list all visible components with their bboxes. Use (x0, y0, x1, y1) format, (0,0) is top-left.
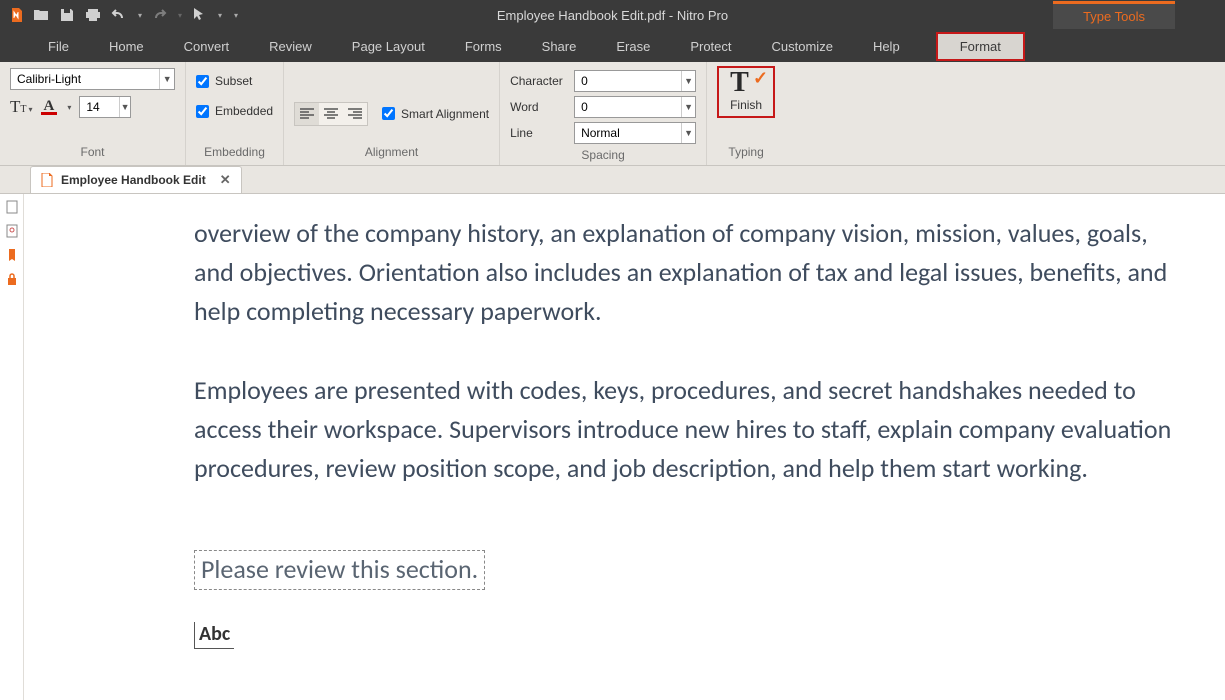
text-cursor-placeholder[interactable]: Abc (194, 622, 234, 649)
document-tab-title: Employee Handbook Edit (61, 173, 206, 187)
menu-help[interactable]: Help (853, 32, 920, 61)
ribbon-group-label: Alignment (365, 141, 418, 165)
undo-dropdown-icon[interactable]: ▾ (138, 11, 142, 20)
chevron-down-icon[interactable]: ▼ (681, 123, 695, 143)
menu-format[interactable]: Format (936, 32, 1025, 61)
work-area: overview of the company history, an expl… (0, 194, 1225, 700)
line-spacing-label: Line (510, 126, 570, 140)
redo-dropdown-icon[interactable]: ▾ (178, 11, 182, 20)
smart-alignment-label: Smart Alignment (401, 107, 489, 121)
menu-review[interactable]: Review (249, 32, 332, 61)
redo-icon[interactable] (150, 6, 168, 24)
bookmarks-panel-icon[interactable] (5, 248, 19, 262)
close-icon[interactable]: ✕ (220, 172, 231, 188)
menu-bar: File Home Convert Review Page Layout For… (0, 30, 1225, 62)
word-spacing-combo[interactable]: ▼ (574, 96, 696, 118)
menu-customize[interactable]: Customize (752, 32, 853, 61)
document-icon (41, 173, 53, 187)
menu-share[interactable]: Share (522, 32, 597, 61)
ribbon-group-label: Font (80, 141, 104, 165)
app-icon (10, 8, 24, 22)
document-tab-strip: Employee Handbook Edit ✕ (0, 166, 1225, 194)
undo-icon[interactable] (110, 6, 128, 24)
word-spacing-input[interactable] (575, 97, 681, 117)
menu-file[interactable]: File (28, 32, 89, 61)
document-paragraph: Employees are presented with codes, keys… (194, 371, 1185, 488)
selection-tool-icon[interactable] (190, 6, 208, 24)
window-title: Employee Handbook Edit.pdf - Nitro Pro (497, 8, 728, 23)
security-panel-icon[interactable] (5, 272, 19, 286)
character-spacing-label: Character (510, 74, 570, 88)
align-center-button[interactable] (319, 103, 343, 125)
embedded-checkbox[interactable] (196, 105, 209, 118)
pages-panel-icon[interactable] (5, 200, 19, 214)
smart-alignment-checkbox[interactable] (382, 107, 395, 120)
chevron-down-icon[interactable]: ▼ (119, 97, 130, 117)
chevron-down-icon[interactable]: ▼ (681, 97, 695, 117)
align-right-button[interactable] (343, 103, 367, 125)
menu-forms[interactable]: Forms (445, 32, 522, 61)
embedded-label: Embedded (215, 104, 273, 118)
print-icon[interactable] (84, 6, 102, 24)
align-left-button[interactable] (295, 103, 319, 125)
ribbon-group-alignment: Smart Alignment Alignment (284, 62, 500, 165)
ribbon-group-spacing: Character ▼ Word ▼ Line ▼ Spacing (500, 62, 707, 165)
finish-button[interactable]: T ✓ Finish (717, 66, 775, 118)
qat-customize-icon[interactable]: ▾ (234, 11, 238, 20)
checkmark-icon: ✓ (753, 68, 768, 89)
font-size-input[interactable] (80, 97, 119, 117)
side-panel-strip (0, 194, 24, 700)
chevron-down-icon[interactable]: ▼ (681, 71, 695, 91)
ribbon-group-label: Typing (728, 141, 763, 165)
font-size-combo[interactable]: ▼ (79, 96, 131, 118)
ribbon-group-font: ▼ TT▾ A ▾ ▼ Font (0, 62, 186, 165)
ribbon: ▼ TT▾ A ▾ ▼ Font Subset Embedded Embeddin… (0, 62, 1225, 166)
save-icon[interactable] (58, 6, 76, 24)
ribbon-group-label: Spacing (581, 144, 624, 168)
menu-page-layout[interactable]: Page Layout (332, 32, 445, 61)
text-annotation-box[interactable]: Please review this section. (194, 550, 485, 590)
search-panel-icon[interactable] (5, 224, 19, 238)
selection-dropdown-icon[interactable]: ▾ (218, 11, 222, 20)
menu-protect[interactable]: Protect (670, 32, 751, 61)
font-color-dropdown-icon[interactable]: ▾ (67, 103, 71, 112)
contextual-tab-type-tools[interactable]: Type Tools (1053, 1, 1175, 29)
character-spacing-combo[interactable]: ▼ (574, 70, 696, 92)
document-tab[interactable]: Employee Handbook Edit ✕ (30, 166, 242, 193)
ribbon-group-embedding: Subset Embedded Embedding (186, 62, 284, 165)
document-canvas[interactable]: overview of the company history, an expl… (24, 194, 1225, 700)
font-color-button[interactable]: A (41, 100, 58, 115)
menu-convert[interactable]: Convert (164, 32, 250, 61)
title-bar: ▾ ▾ ▾ ▾ Employee Handbook Edit.pdf - Nit… (0, 0, 1225, 30)
subset-label: Subset (215, 74, 252, 88)
open-icon[interactable] (32, 6, 50, 24)
document-paragraph: overview of the company history, an expl… (194, 214, 1185, 331)
finish-label: Finish (730, 98, 762, 112)
chevron-down-icon[interactable]: ▼ (159, 69, 174, 89)
text-case-button[interactable]: TT▾ (10, 97, 33, 117)
subset-checkbox[interactable] (196, 75, 209, 88)
menu-home[interactable]: Home (89, 32, 164, 61)
line-spacing-input[interactable] (575, 123, 681, 143)
ribbon-group-typing: T ✓ Finish Typing (707, 62, 785, 165)
word-spacing-label: Word (510, 100, 570, 114)
line-spacing-combo[interactable]: ▼ (574, 122, 696, 144)
font-name-combo[interactable]: ▼ (10, 68, 175, 90)
type-text-icon: T (730, 67, 749, 98)
menu-erase[interactable]: Erase (596, 32, 670, 61)
font-name-input[interactable] (11, 69, 159, 89)
character-spacing-input[interactable] (575, 71, 681, 91)
ribbon-group-label: Embedding (204, 141, 265, 165)
